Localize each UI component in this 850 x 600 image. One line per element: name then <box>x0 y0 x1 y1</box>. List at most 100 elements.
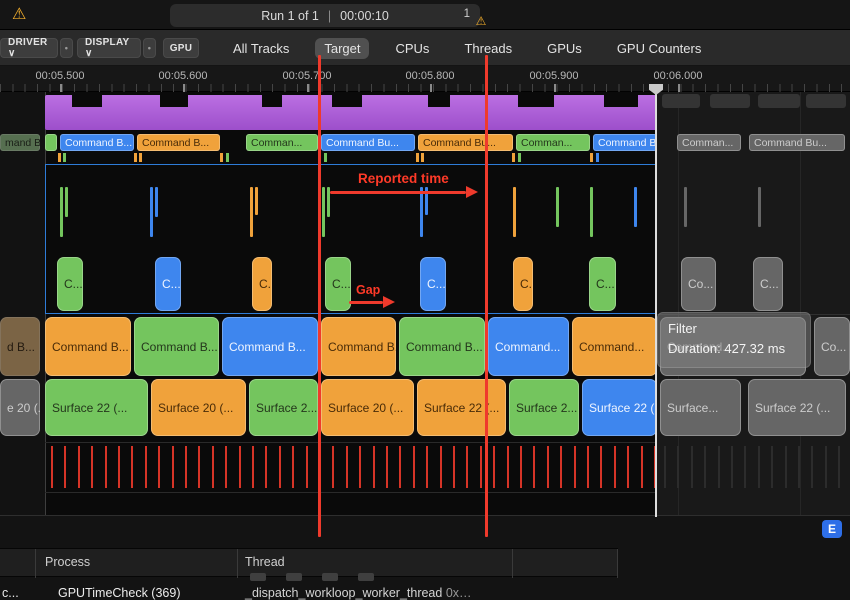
command-buffer-block[interactable]: Command B... <box>137 134 220 151</box>
command-buffer-block[interactable]: Command B... <box>399 317 485 376</box>
gpu-interval-tick <box>758 187 761 227</box>
surface-block[interactable]: Surface 22 (... <box>417 379 506 436</box>
surface-block[interactable]: Surface 22 (... <box>45 379 148 436</box>
vsync-tick <box>131 446 133 488</box>
gpu-interval-tick <box>684 187 687 227</box>
process-cell[interactable]: GPUTimeCheck (369) <box>58 586 181 600</box>
encoder-block[interactable]: C... <box>420 257 446 311</box>
vsync-tick <box>547 446 549 488</box>
command-buffer-block[interactable] <box>45 134 57 151</box>
vsync-tick <box>614 446 616 488</box>
encoder-block[interactable]: C. <box>252 257 272 311</box>
surface-block[interactable]: Surface 20 (... <box>151 379 246 436</box>
command-buffer-block[interactable]: Command B... <box>222 317 318 376</box>
command-buffer-block[interactable]: Command B... <box>60 134 134 151</box>
vsync-tick-dim <box>744 446 746 488</box>
command-buffer-block[interactable]: Command B... <box>134 317 219 376</box>
surface-block[interactable]: Surface... <box>660 379 741 436</box>
command-buffer-block[interactable]: d B... <box>0 317 40 376</box>
filter-tooltip: Filter Duration: 427.32 ms <box>657 312 811 368</box>
vsync-tick <box>64 446 66 488</box>
encoder-block[interactable]: C... <box>325 257 351 311</box>
vsync-tick <box>198 446 200 488</box>
vsync-tick-dim <box>798 446 800 488</box>
command-buffer-block[interactable]: Command... <box>572 317 657 376</box>
vsync-tick <box>332 446 334 488</box>
vsync-tick <box>279 446 281 488</box>
annotation-line-end <box>485 55 488 537</box>
vsync-tick <box>91 446 93 488</box>
command-buffer-block[interactable]: Command B... <box>45 317 131 376</box>
event-tick <box>590 153 593 162</box>
vsync-tick <box>641 446 643 488</box>
vsync-tick <box>574 446 576 488</box>
gpu-group-outline <box>45 164 657 314</box>
event-tick <box>324 153 327 162</box>
surface-block[interactable]: Surface 20 (... <box>321 379 414 436</box>
gpu-activity-notch <box>72 95 102 107</box>
column-separator[interactable] <box>237 549 238 578</box>
command-buffer-block[interactable]: Command Bu... <box>749 134 845 151</box>
command-buffer-block[interactable]: Co... <box>814 317 850 376</box>
vsync-tick <box>78 446 80 488</box>
command-buffer-block[interactable]: Command B... <box>593 134 657 151</box>
thread-column-header[interactable]: Thread <box>245 555 285 569</box>
gpu-interval-tick <box>634 187 637 227</box>
vsync-tick-dim <box>664 446 666 488</box>
gap-arrowhead <box>383 296 395 308</box>
surface-block[interactable]: Surface 2... <box>249 379 318 436</box>
tooltip-duration: Duration: 427.32 ms <box>668 339 800 359</box>
gpu-interval-tick <box>65 187 68 217</box>
surface-block[interactable]: Surface 22 (... <box>582 379 657 436</box>
timeline-tracks: mand BuCommand B...Command B...Comman...… <box>0 0 850 600</box>
encoder-block[interactable]: Co... <box>681 257 716 311</box>
column-separator <box>35 549 36 578</box>
thread-address: 0x… <box>446 586 472 600</box>
vsync-tick-dim <box>771 446 773 488</box>
command-buffer-block[interactable]: mand Bu <box>0 134 40 151</box>
extended-detail-badge[interactable]: E <box>822 520 842 538</box>
process-column-header[interactable]: Process <box>45 555 90 569</box>
command-buffer-block[interactable]: Comman... <box>246 134 318 151</box>
thread-icon <box>322 573 338 581</box>
encoder-block[interactable]: C... <box>753 257 783 311</box>
command-buffer-block[interactable]: Command Bu... <box>321 134 415 151</box>
vsync-tick <box>105 446 107 488</box>
playhead-line[interactable] <box>655 84 657 517</box>
vsync-tick <box>560 446 562 488</box>
surface-block[interactable]: Surface 2... <box>509 379 579 436</box>
vsync-tick <box>172 446 174 488</box>
command-buffer-block[interactable]: Command... <box>488 317 569 376</box>
column-separator <box>617 549 618 578</box>
vsync-tick <box>158 446 160 488</box>
vsync-tick <box>118 446 120 488</box>
vsync-tick-dim <box>811 446 813 488</box>
command-buffer-block[interactable]: Comman... <box>677 134 741 151</box>
grid-line <box>800 92 801 515</box>
encoder-block[interactable]: C... <box>57 257 83 311</box>
vsync-tick-dim <box>838 446 840 488</box>
gpu-interval-tick <box>150 187 153 237</box>
instruments-window: ⚠ Run 1 of 1 | 00:00:10 ⚠ 1 DRIVER ∨ • D… <box>0 0 850 600</box>
tooltip-title: Filter <box>668 319 800 339</box>
command-buffer-block[interactable]: Comman... <box>516 134 590 151</box>
thread-cell[interactable]: _dispatch_workloop_worker_thread 0x… <box>245 586 472 600</box>
vsync-tick <box>426 446 428 488</box>
vsync-tick <box>252 446 254 488</box>
command-buffer-block[interactable]: Command B... <box>321 317 396 376</box>
vsync-tick <box>399 446 401 488</box>
gap-arrow <box>349 301 383 304</box>
command-buffer-block[interactable]: Command Bu... <box>418 134 513 151</box>
encoder-block[interactable]: C... <box>155 257 181 311</box>
encoder-block[interactable]: C. <box>513 257 533 311</box>
vsync-tick-dim <box>731 446 733 488</box>
vsync-tick <box>239 446 241 488</box>
vsync-tick <box>507 446 509 488</box>
encoder-block[interactable]: C... <box>589 257 616 311</box>
surface-block[interactable]: Surface 22 (... <box>748 379 846 436</box>
column-separator[interactable] <box>512 549 513 578</box>
event-tick <box>518 153 521 162</box>
thread-icon <box>358 573 374 581</box>
vsync-tick <box>587 446 589 488</box>
surface-block[interactable]: e 20 (... <box>0 379 40 436</box>
